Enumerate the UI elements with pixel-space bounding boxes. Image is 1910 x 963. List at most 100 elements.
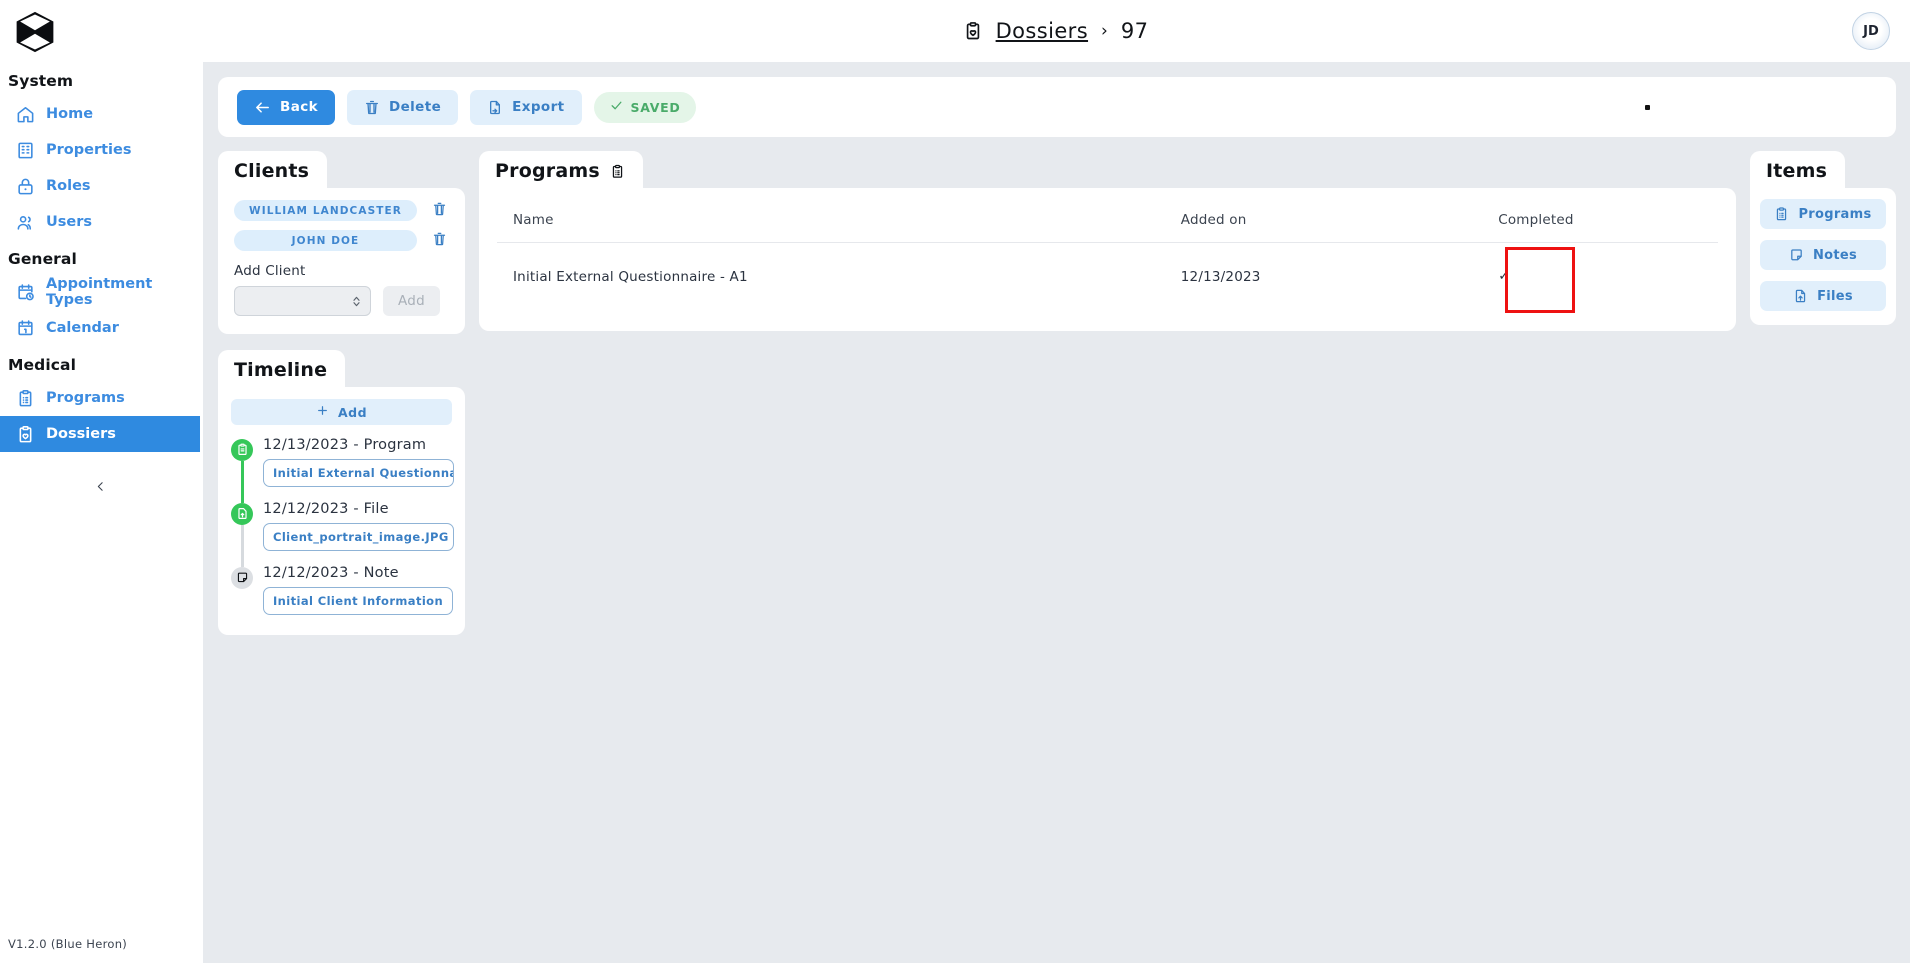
note-icon bbox=[236, 569, 249, 588]
sidebar-item-calendar[interactable]: Calendar bbox=[0, 310, 200, 346]
chevron-updown-icon bbox=[351, 294, 362, 313]
breadcrumb-link-dossiers[interactable]: Dossiers bbox=[996, 19, 1088, 43]
column-header-added-on: Added on bbox=[1180, 188, 1499, 243]
export-button-label: Export bbox=[512, 99, 565, 115]
timeline-item-date: 12/12/2023 - File bbox=[263, 501, 452, 517]
cell-program-name: Initial External Questionnaire - A1 bbox=[513, 269, 748, 285]
items-notes-button[interactable]: Notes bbox=[1760, 240, 1886, 270]
timeline-date-separator: - bbox=[353, 501, 359, 517]
timeline-item-type: File bbox=[363, 501, 389, 517]
nav-group-title: General bbox=[8, 250, 77, 268]
timeline-item-link[interactable]: Client_portrait_image.JPG bbox=[263, 523, 454, 551]
sidebar-item-label: Home bbox=[46, 106, 94, 122]
app-root: System Home Properties Roles Users Gener… bbox=[0, 0, 1910, 963]
programs-table-head: Name Added on Completed bbox=[497, 188, 1718, 243]
timeline-panel: Timeline Add 12/13/2023 - Program Initia… bbox=[218, 350, 465, 635]
add-client-button[interactable]: Add bbox=[383, 286, 440, 316]
export-button[interactable]: Export bbox=[470, 89, 582, 125]
clipboard-list-icon bbox=[16, 389, 35, 408]
sidebar-item-roles[interactable]: Roles bbox=[0, 168, 200, 204]
clients-title-text: Clients bbox=[234, 160, 310, 182]
sidebar-item-label: Dossiers bbox=[46, 426, 116, 442]
items-title-text: Items bbox=[1766, 160, 1828, 182]
sidebar-item-label: Programs bbox=[46, 390, 125, 406]
nav-group-system: System Home Properties Roles Users bbox=[0, 62, 200, 240]
timeline-item: 12/13/2023 - Program Initial External Qu… bbox=[231, 437, 454, 503]
delete-button-label: Delete bbox=[388, 99, 442, 115]
middle-column: Programs Name Added on Completed Initial… bbox=[479, 151, 1736, 331]
column-header-completed: Completed bbox=[1498, 188, 1718, 243]
app-logo[interactable] bbox=[0, 0, 200, 62]
status-badge-label: SAVED bbox=[630, 99, 681, 115]
sidebar-item-label: Calendar bbox=[46, 320, 119, 336]
timeline-item-type: Note bbox=[363, 565, 399, 581]
note-icon bbox=[1789, 247, 1804, 263]
timeline-connector bbox=[241, 525, 244, 567]
avatar-initials: JD bbox=[1863, 23, 1879, 39]
client-delete-button[interactable] bbox=[429, 201, 449, 221]
building-icon bbox=[16, 141, 35, 160]
avatar[interactable]: JD bbox=[1852, 12, 1890, 50]
programs-panel-title: Programs bbox=[479, 151, 643, 189]
sidebar-item-appointment-types[interactable]: Appointment Types bbox=[0, 274, 200, 310]
nav-group-medical: Medical Programs Dossiers bbox=[0, 346, 200, 452]
timeline-add-label: Add bbox=[337, 404, 368, 420]
timeline-title-text: Timeline bbox=[234, 359, 328, 381]
client-row: JOHN DOE bbox=[234, 230, 449, 251]
trash-icon bbox=[432, 201, 447, 221]
timeline-date-separator: - bbox=[353, 437, 359, 453]
calendar-icon bbox=[16, 319, 35, 338]
client-delete-button[interactable] bbox=[429, 231, 449, 251]
timeline-date-value: 12/12/2023 bbox=[263, 501, 349, 517]
timeline-item-link[interactable]: Initial External Questionnaire - A1 bbox=[263, 459, 454, 487]
sidebar-item-programs[interactable]: Programs bbox=[0, 380, 200, 416]
timeline-item-link[interactable]: Initial Client Information bbox=[263, 587, 454, 615]
clipboard-list-icon bbox=[610, 163, 625, 180]
add-client-label: Add Client bbox=[234, 263, 306, 279]
items-files-label: Files bbox=[1817, 288, 1853, 304]
client-chip[interactable]: WILLIAM LANDCASTER bbox=[234, 200, 417, 221]
nav-group-general: General Appointment Types Calendar bbox=[0, 240, 200, 346]
sidebar-collapse-button[interactable] bbox=[0, 466, 200, 506]
sidebar: System Home Properties Roles Users Gener… bbox=[0, 0, 201, 963]
plus-icon bbox=[316, 404, 329, 420]
table-header-row: Name Added on Completed bbox=[497, 188, 1718, 243]
column-header-name: Name bbox=[497, 188, 1181, 243]
timeline-marker bbox=[231, 567, 253, 589]
trash-icon bbox=[432, 231, 447, 251]
sidebar-item-home[interactable]: Home bbox=[0, 96, 200, 132]
back-button-label: Back bbox=[280, 99, 318, 115]
sidebar-item-dossiers[interactable]: Dossiers bbox=[0, 416, 200, 452]
lock-icon bbox=[16, 177, 35, 196]
sidebar-item-properties[interactable]: Properties bbox=[0, 132, 200, 168]
items-files-button[interactable]: Files bbox=[1760, 281, 1886, 311]
sidebar-item-users[interactable]: Users bbox=[0, 204, 200, 240]
file-upload-icon bbox=[1793, 288, 1808, 304]
timeline-item: 12/12/2023 - Note Initial Client Informa… bbox=[231, 565, 454, 619]
hexagon-bowtie-logo-icon bbox=[16, 11, 54, 53]
timeline-item-date: 12/12/2023 - Note bbox=[263, 565, 452, 581]
cell-completed-check: ✓ bbox=[1498, 268, 1510, 285]
items-notes-label: Notes bbox=[1812, 247, 1858, 263]
back-button[interactable]: Back bbox=[237, 89, 335, 125]
add-client-select[interactable] bbox=[234, 286, 371, 316]
timeline-connector bbox=[241, 461, 244, 503]
clipboard-list-icon bbox=[1774, 206, 1789, 222]
timeline-add-button[interactable]: Add bbox=[231, 399, 452, 425]
add-client-row: Add bbox=[234, 286, 449, 316]
table-row[interactable]: Initial External Questionnaire - A1 12/1… bbox=[497, 243, 1718, 304]
app-version: V1.2.0 (Blue Heron) bbox=[8, 937, 128, 951]
timeline-marker bbox=[231, 439, 253, 461]
delete-button[interactable]: Delete bbox=[346, 89, 459, 125]
chevron-left-icon bbox=[94, 480, 107, 493]
file-export-icon bbox=[487, 99, 503, 116]
content-area: Back Delete Export SAVED Clients WILLIAM… bbox=[203, 62, 1910, 963]
add-client-button-label: Add bbox=[397, 293, 426, 309]
timeline-item-date: 12/13/2023 - Program bbox=[263, 437, 452, 453]
items-programs-button[interactable]: Programs bbox=[1760, 199, 1886, 229]
clients-panel-title: Clients bbox=[218, 151, 328, 189]
items-panel-body: Programs Notes Files bbox=[1750, 188, 1896, 325]
status-badge: SAVED bbox=[593, 91, 697, 123]
client-row: WILLIAM LANDCASTER bbox=[234, 200, 449, 221]
client-chip[interactable]: JOHN DOE bbox=[234, 230, 417, 251]
